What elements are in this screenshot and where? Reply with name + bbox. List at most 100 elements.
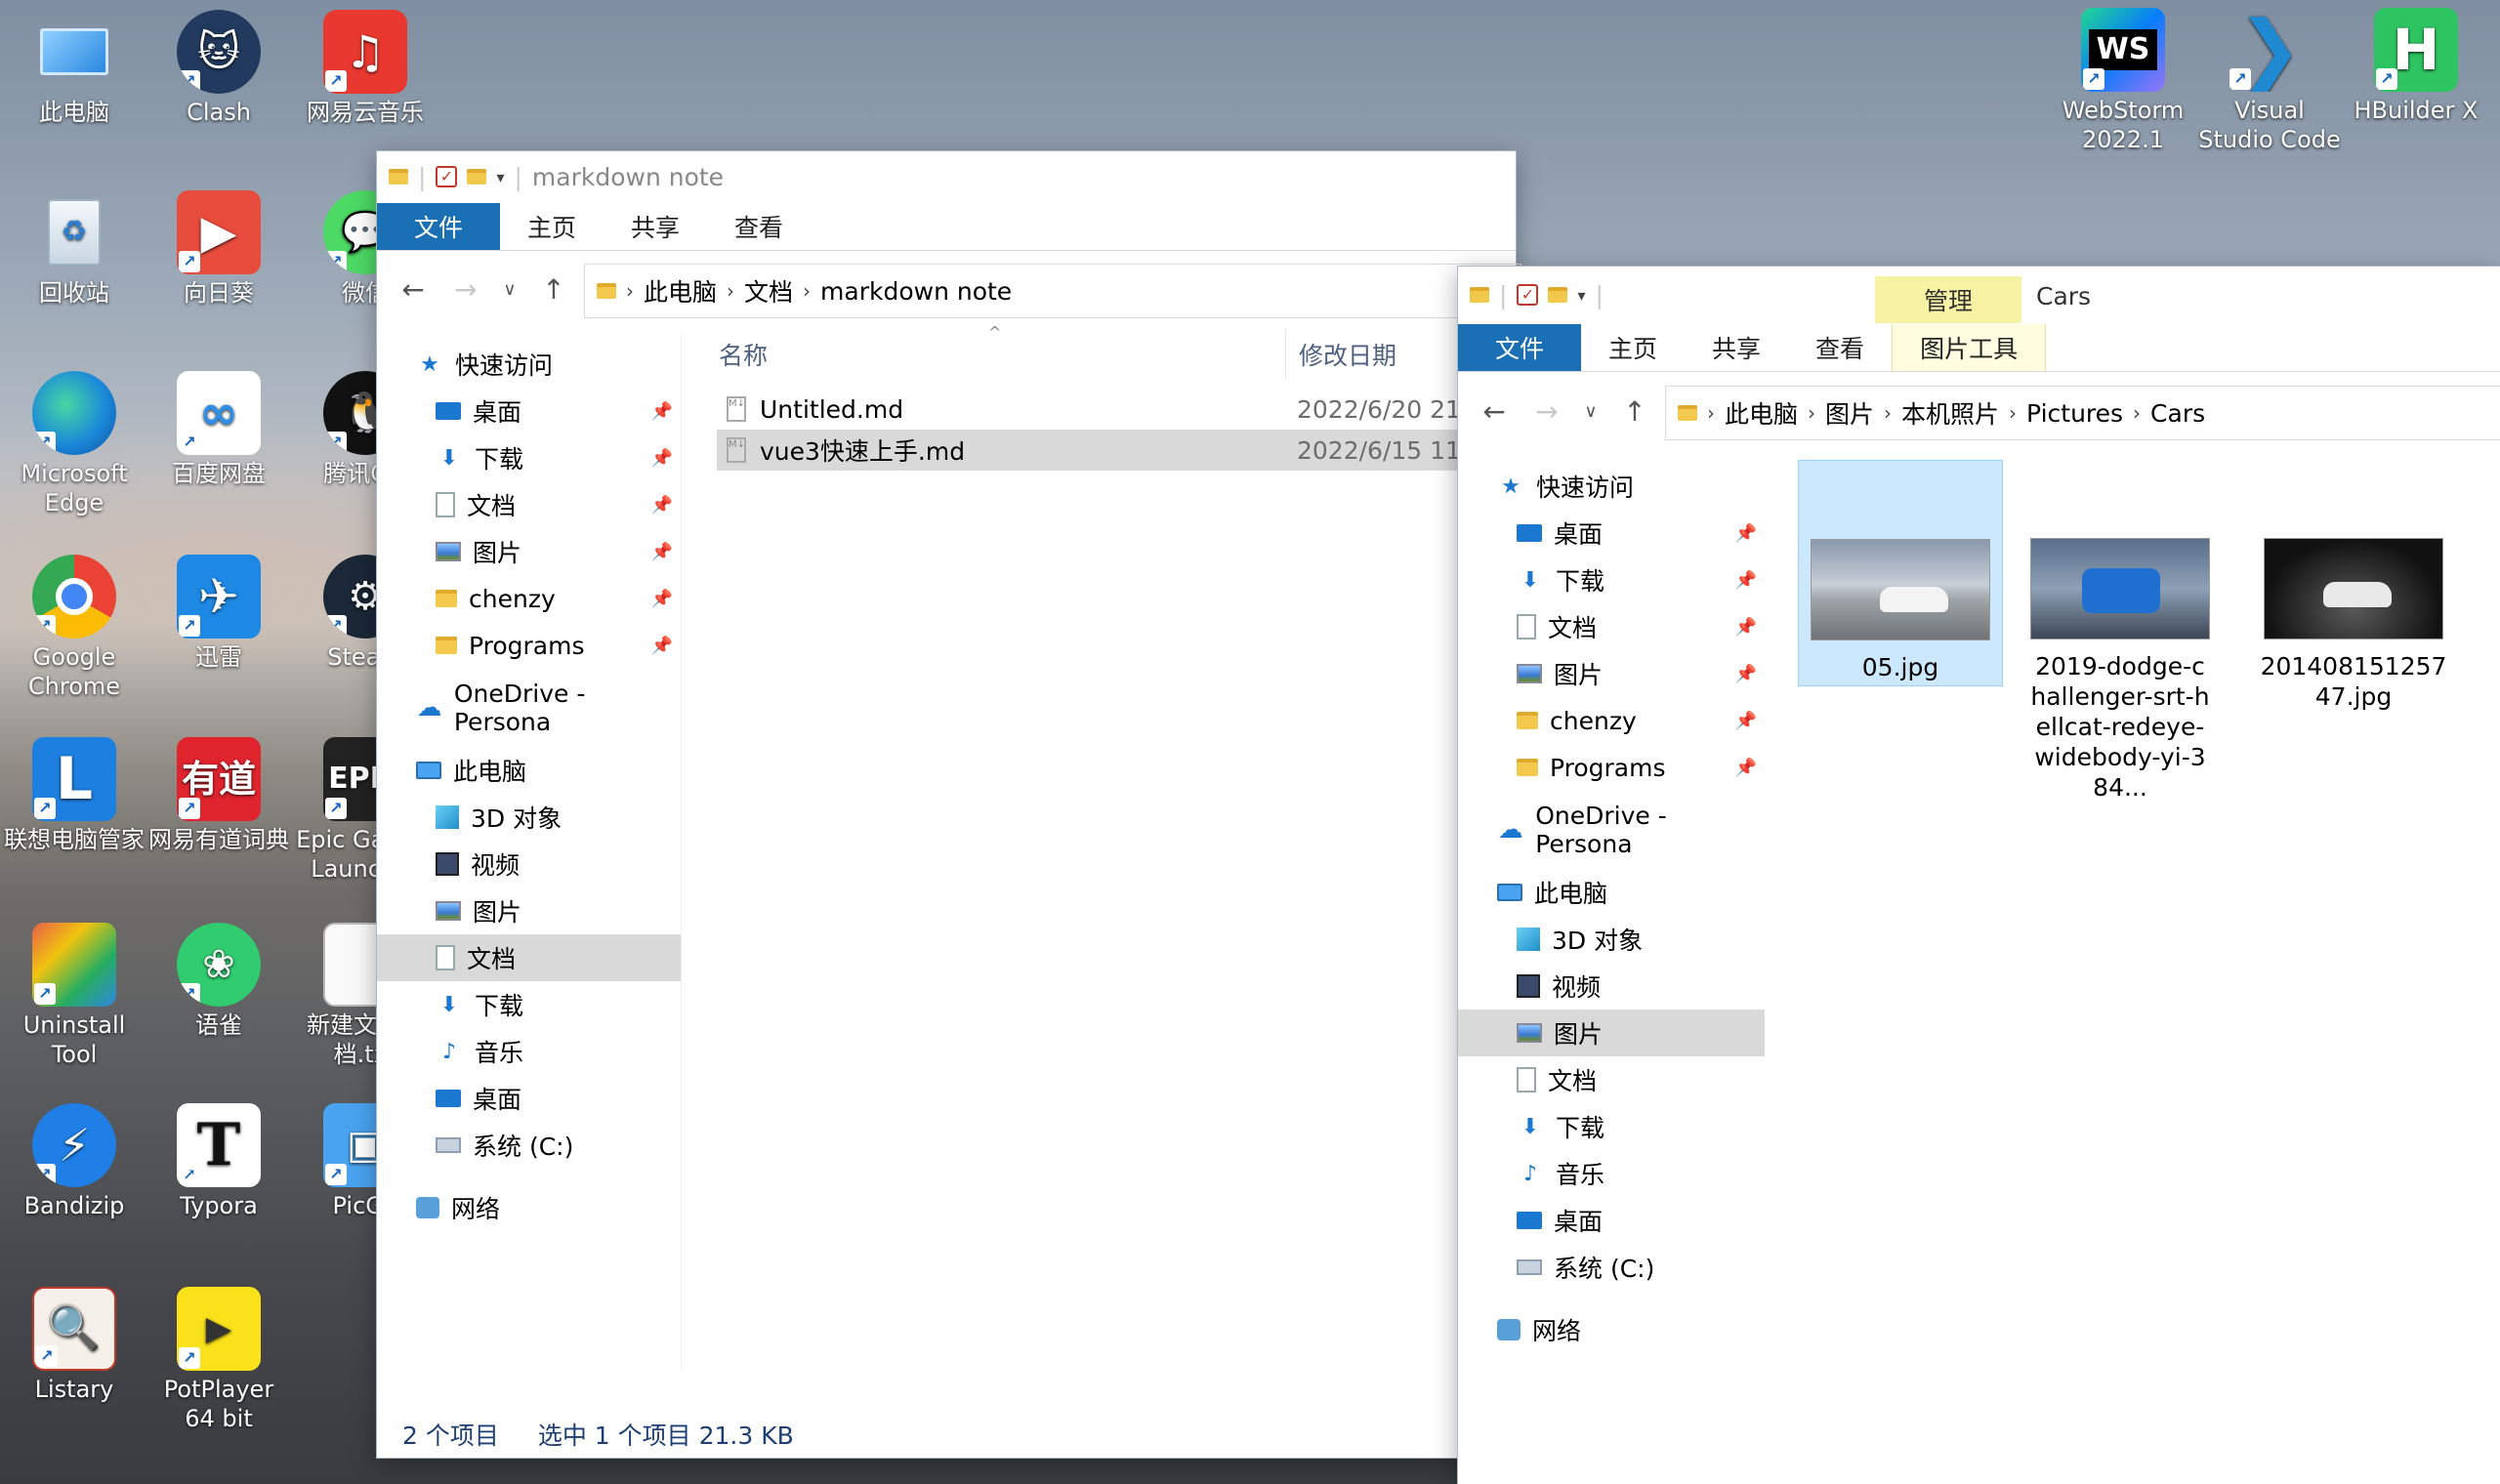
nav-item-pictures[interactable]: 图片 📌 bbox=[377, 528, 681, 575]
address-bar[interactable]: › 此电脑 › 图片 › 本机照片 › Pictures › Cars bbox=[1665, 386, 2500, 440]
recent-locations-dropdown[interactable]: ∨ bbox=[1573, 386, 1608, 436]
forward-button[interactable]: → bbox=[1521, 386, 1573, 436]
desktop-icon-baidu-netdisk[interactable]: ∞ ↗ 百度网盘 bbox=[146, 371, 291, 488]
nav-item-pictures-pc[interactable]: 图片 bbox=[377, 887, 681, 934]
desktop-icon-label: 向日葵 bbox=[184, 279, 254, 307]
nav-item-pictures-pc[interactable]: 图片 bbox=[1458, 1010, 1765, 1056]
desktop-icon-recycle-bin[interactable]: ♻ 回收站 bbox=[2, 190, 146, 308]
cloud-icon: ☁ bbox=[1497, 815, 1523, 845]
breadcrumb-pictures[interactable]: 图片 bbox=[1825, 395, 1874, 431]
tab-share[interactable]: 共享 bbox=[1685, 324, 1788, 371]
nav-network[interactable]: 网络 bbox=[1458, 1306, 1765, 1353]
tab-manage-context[interactable]: 管理 bbox=[1875, 276, 2021, 323]
breadcrumb-markdown-note[interactable]: markdown note bbox=[820, 277, 1012, 306]
desktop-icon-webstorm[interactable]: WS ↗ WebStorm 2022.1 bbox=[2051, 8, 2195, 154]
breadcrumb-documents[interactable]: 文档 bbox=[744, 273, 793, 309]
nav-item-chenzy[interactable]: chenzy 📌 bbox=[1458, 697, 1765, 744]
up-button[interactable]: ↑ bbox=[1608, 386, 1661, 436]
desktop-icon-yuque[interactable]: ❀ ↗ 语雀 bbox=[146, 923, 291, 1040]
desktop-icon-potplayer[interactable]: ▶ ↗ PotPlayer 64 bit bbox=[146, 1287, 291, 1433]
desktop-icon-xunlei[interactable]: ✈ ↗ 迅雷 bbox=[146, 555, 291, 672]
file-row-selected[interactable]: M↓ vue3快速上手.md 2022/6/15 11:0 bbox=[717, 430, 1488, 471]
nav-item-desktop-pc[interactable]: 桌面 bbox=[377, 1075, 681, 1122]
qat-dropdown-icon[interactable]: ▾ bbox=[496, 168, 504, 186]
column-header-name[interactable]: 名称 bbox=[719, 333, 768, 376]
nav-item-music[interactable]: ♪ 音乐 bbox=[377, 1028, 681, 1075]
nav-item-downloads-pc[interactable]: ⬇ 下载 bbox=[377, 981, 681, 1028]
forward-button[interactable]: → bbox=[439, 264, 492, 314]
thumbnail-item[interactable]: 20140815125747.jpg bbox=[2251, 538, 2456, 712]
nav-item-documents-pc[interactable]: 文档 bbox=[1458, 1056, 1765, 1103]
back-button[interactable]: ← bbox=[1468, 386, 1521, 436]
desktop-icon-vscode[interactable]: ❯ ↗ Visual Studio Code bbox=[2197, 8, 2342, 154]
qat-dropdown-icon[interactable]: ▾ bbox=[1577, 286, 1585, 305]
tab-file[interactable]: 文件 bbox=[1458, 324, 1582, 371]
desktop-icon-listary[interactable]: 🔍 ↗ Listary bbox=[2, 1287, 146, 1404]
thumbnail-item[interactable]: 2019-dodge-challenger-srt-hellcat-redeye… bbox=[2022, 538, 2218, 803]
nav-quick-access[interactable]: ★ 快速访问 bbox=[1458, 463, 1765, 510]
nav-item-documents[interactable]: 文档 📌 bbox=[377, 481, 681, 528]
nav-item-system-c[interactable]: 系统 (C:) bbox=[1458, 1244, 1765, 1291]
tab-picture-tools[interactable]: 图片工具 bbox=[1892, 324, 2047, 371]
nav-item-programs[interactable]: Programs 📌 bbox=[1458, 744, 1765, 791]
new-folder-icon[interactable] bbox=[467, 169, 487, 185]
tab-home[interactable]: 主页 bbox=[500, 203, 604, 250]
tab-view[interactable]: 查看 bbox=[1788, 324, 1892, 371]
nav-item-downloads[interactable]: ⬇ 下载 📌 bbox=[377, 434, 681, 481]
breadcrumb-this-pc[interactable]: 此电脑 bbox=[1725, 395, 1798, 431]
nav-item-pictures[interactable]: 图片 📌 bbox=[1458, 650, 1765, 697]
breadcrumb-local-photos[interactable]: 本机照片 bbox=[1901, 395, 1999, 431]
file-row[interactable]: M↓ Untitled.md 2022/6/20 21:4 bbox=[717, 389, 1488, 430]
up-button[interactable]: ↑ bbox=[527, 264, 580, 314]
desktop-icon-lenovo[interactable]: L ↗ 联想电脑管家 bbox=[2, 737, 146, 854]
desktop-icon-chrome[interactable]: ↗ Google Chrome bbox=[2, 555, 146, 701]
thumbnail-item-selected[interactable]: 05.jpg bbox=[1798, 460, 2003, 686]
tab-home[interactable]: 主页 bbox=[1581, 324, 1685, 371]
desktop-icon-sunlogin[interactable]: ▶ ↗ 向日葵 bbox=[146, 190, 291, 308]
properties-icon[interactable]: ✓ bbox=[436, 166, 458, 187]
nav-item-system-c[interactable]: 系统 (C:) bbox=[377, 1122, 681, 1169]
nav-network[interactable]: 网络 bbox=[377, 1184, 681, 1231]
nav-item-documents[interactable]: 文档 📌 bbox=[1458, 603, 1765, 650]
tab-file[interactable]: 文件 bbox=[377, 203, 501, 250]
nav-item-3d-objects[interactable]: 3D 对象 bbox=[377, 794, 681, 841]
nav-item-videos[interactable]: 视频 bbox=[1458, 963, 1765, 1010]
nav-item-music[interactable]: ♪ 音乐 bbox=[1458, 1150, 1765, 1197]
desktop-icon-youdao[interactable]: 有道 ↗ 网易有道词典 bbox=[146, 737, 291, 854]
breadcrumb-pictures-folder[interactable]: Pictures bbox=[2026, 399, 2123, 428]
tab-share[interactable]: 共享 bbox=[604, 203, 707, 250]
nav-item-desktop-pc[interactable]: 桌面 bbox=[1458, 1197, 1765, 1244]
desktop-icon-clash[interactable]: 🐱 ↗ Clash bbox=[146, 10, 291, 127]
tab-view[interactable]: 查看 bbox=[707, 203, 811, 250]
nav-item-downloads-pc[interactable]: ⬇ 下载 bbox=[1458, 1103, 1765, 1150]
nav-item-downloads[interactable]: ⬇ 下载 📌 bbox=[1458, 556, 1765, 603]
nav-quick-access[interactable]: ★ 快速访问 bbox=[377, 341, 681, 388]
desktop-icon-typora[interactable]: T ↗ Typora bbox=[146, 1103, 291, 1220]
breadcrumb-this-pc[interactable]: 此电脑 bbox=[644, 273, 717, 309]
desktop-icon-this-pc[interactable]: 此电脑 bbox=[2, 10, 146, 127]
recent-locations-dropdown[interactable]: ∨ bbox=[492, 264, 527, 314]
nav-item-documents-pc[interactable]: 文档 bbox=[377, 934, 681, 981]
column-header-modified[interactable]: 修改日期 bbox=[1299, 333, 1396, 376]
nav-item-programs[interactable]: Programs 📌 bbox=[377, 622, 681, 669]
nav-item-chenzy[interactable]: chenzy 📌 bbox=[377, 575, 681, 622]
back-button[interactable]: ← bbox=[387, 264, 439, 314]
netease-music-icon: ♫ ↗ bbox=[323, 10, 407, 94]
nav-onedrive[interactable]: ☁ OneDrive - Persona bbox=[377, 680, 681, 736]
desktop-icon-hbuilder[interactable]: H ↗ HBuilder X bbox=[2344, 8, 2488, 125]
nav-onedrive[interactable]: ☁ OneDrive - Persona bbox=[1458, 802, 1765, 858]
nav-this-pc[interactable]: 此电脑 bbox=[1458, 869, 1765, 916]
breadcrumb-cars[interactable]: Cars bbox=[2150, 399, 2205, 428]
desktop-icon-bandizip[interactable]: ⚡ ↗ Bandizip bbox=[2, 1103, 146, 1220]
properties-icon[interactable]: ✓ bbox=[1517, 284, 1539, 306]
desktop-icon-edge[interactable]: ↗ Microsoft Edge bbox=[2, 371, 146, 517]
nav-item-videos[interactable]: 视频 bbox=[377, 841, 681, 887]
address-bar[interactable]: › 此电脑 › 文档 › markdown note bbox=[584, 264, 1521, 318]
nav-item-3d-objects[interactable]: 3D 对象 bbox=[1458, 916, 1765, 963]
desktop-icon-uninstall-tool[interactable]: ↗ Uninstall Tool bbox=[2, 923, 146, 1069]
desktop-icon-netease-music[interactable]: ♫ ↗ 网易云音乐 bbox=[293, 10, 438, 127]
nav-item-desktop[interactable]: 桌面 📌 bbox=[1458, 510, 1765, 556]
new-folder-icon[interactable] bbox=[1548, 287, 1568, 303]
nav-this-pc[interactable]: 此电脑 bbox=[377, 747, 681, 794]
nav-item-desktop[interactable]: 桌面 📌 bbox=[377, 388, 681, 434]
